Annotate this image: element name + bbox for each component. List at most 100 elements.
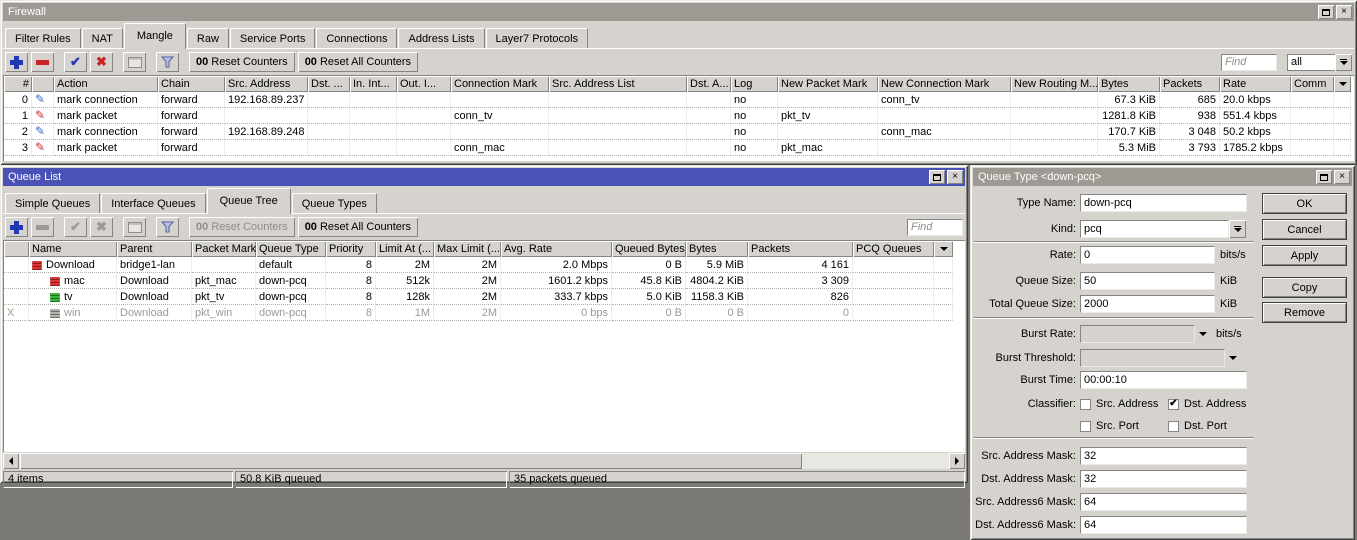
col-header-name[interactable]: Name (29, 241, 117, 257)
dst-address-mask-field[interactable] (1080, 470, 1247, 488)
kind-field[interactable] (1080, 220, 1229, 238)
remove-button[interactable] (31, 52, 54, 72)
tab-interface-queues[interactable]: Interface Queues (101, 193, 206, 214)
maximize-button[interactable] (929, 170, 945, 184)
scrollbar-track[interactable] (19, 453, 949, 469)
dropdown-arrow-icon[interactable] (1199, 332, 1207, 336)
dialog-titlebar[interactable]: Queue Type <down-pcq> × (973, 168, 1352, 186)
col-header-limit-at[interactable]: Limit At (... (376, 241, 434, 257)
add-button[interactable] (5, 217, 28, 237)
add-button[interactable] (5, 52, 28, 72)
remove-button[interactable]: Remove (1263, 303, 1346, 322)
table-row[interactable]: mac Download pkt_mac down-pcq 8 512k 2M … (4, 273, 953, 289)
table-row[interactable]: Download bridge1-lan default 8 2M 2M 2.0… (4, 257, 953, 273)
find-input[interactable] (907, 218, 963, 236)
col-header-new-routing-mark[interactable]: New Routing M... (1011, 76, 1098, 92)
reset-all-counters-button[interactable]: 00 Reset All Counters (297, 52, 419, 72)
src-address-mask-field[interactable] (1080, 447, 1247, 465)
reset-counters-button[interactable]: 00 Reset Counters (189, 217, 295, 237)
queue-list-titlebar[interactable]: Queue List × (3, 168, 965, 186)
col-header-new-packet-mark[interactable]: New Packet Mark (778, 76, 878, 92)
find-input[interactable] (1221, 53, 1277, 71)
col-header-bytes[interactable]: Bytes (686, 241, 748, 257)
close-button[interactable]: × (1336, 5, 1352, 19)
col-header-chain[interactable]: Chain (158, 76, 225, 92)
col-header-number[interactable]: # (4, 76, 32, 92)
src-address-checkbox[interactable] (1080, 398, 1091, 410)
col-header-queue-type[interactable]: Queue Type (256, 241, 326, 257)
col-header-src-address-list[interactable]: Src. Address List (549, 76, 687, 92)
table-row[interactable]: tv Download pkt_tv down-pcq 8 128k 2M 33… (4, 289, 953, 305)
table-row[interactable]: 1 ✎ mark packet forward conn_tv no pkt_t… (4, 108, 1351, 124)
tab-simple-queues[interactable]: Simple Queues (5, 193, 101, 214)
dropdown-arrow-icon[interactable] (1229, 356, 1237, 360)
scroll-left-button[interactable] (3, 453, 19, 469)
enable-button[interactable]: ✔ (64, 217, 87, 237)
dropdown-button[interactable] (1335, 53, 1352, 71)
col-header-in-interface[interactable]: In. Int... (350, 76, 397, 92)
tab-address-lists[interactable]: Address Lists (398, 28, 485, 49)
tab-connections[interactable]: Connections (316, 28, 398, 49)
table-row[interactable]: 0 ✎ mark connection forward 192.168.89.2… (4, 92, 1351, 108)
col-header-action[interactable]: Action (54, 76, 158, 92)
col-header-pcq-queues[interactable]: PCQ Queues (853, 241, 934, 257)
rate-field[interactable] (1080, 246, 1215, 264)
table-row[interactable]: 3 ✎ mark packet forward conn_mac no pkt_… (4, 140, 1351, 156)
total-queue-size-field[interactable] (1080, 295, 1215, 313)
col-header-flags[interactable] (32, 76, 54, 92)
col-header-packet-marks[interactable]: Packet Marks (192, 241, 256, 257)
scroll-right-button[interactable] (949, 453, 965, 469)
dst-address-checkbox[interactable]: ✔ (1168, 398, 1179, 410)
burst-threshold-field[interactable] (1080, 349, 1225, 367)
firewall-titlebar[interactable]: Firewall × (3, 3, 1354, 21)
col-header-packets[interactable]: Packets (748, 241, 853, 257)
comment-button[interactable] (123, 217, 146, 237)
tab-service-ports[interactable]: Service Ports (229, 28, 316, 49)
close-button[interactable]: × (947, 170, 963, 184)
dst-address6-mask-field[interactable] (1080, 516, 1247, 534)
tab-nat[interactable]: NAT (81, 28, 123, 49)
col-header-rate[interactable]: Rate (1220, 76, 1291, 92)
copy-button[interactable]: Copy (1263, 278, 1346, 297)
column-selector-button[interactable] (1334, 76, 1351, 92)
dst-port-checkbox[interactable] (1168, 420, 1179, 432)
burst-rate-field[interactable] (1080, 325, 1195, 343)
tab-queue-tree[interactable]: Queue Tree (206, 188, 291, 214)
filter-button[interactable] (156, 217, 179, 237)
column-selector-button[interactable] (934, 241, 953, 257)
col-header-avg-rate[interactable]: Avg. Rate (501, 241, 612, 257)
view-filter-combo[interactable]: all (1287, 53, 1352, 71)
col-header-dst-address[interactable]: Dst. ... (308, 76, 350, 92)
src-address6-mask-field[interactable] (1080, 493, 1247, 511)
comment-button[interactable] (123, 52, 146, 72)
col-header-out-interface[interactable]: Out. I... (397, 76, 451, 92)
col-header-src-address[interactable]: Src. Address (225, 76, 308, 92)
maximize-button[interactable] (1318, 5, 1334, 19)
col-header-dst-address-list[interactable]: Dst. A... (687, 76, 731, 92)
table-row[interactable]: X win Download pkt_win down-pcq 8 1M 2M … (4, 305, 953, 321)
col-header-flags[interactable] (4, 241, 29, 257)
maximize-button[interactable] (1316, 170, 1332, 184)
apply-button[interactable]: Apply (1263, 246, 1346, 265)
tab-queue-types[interactable]: Queue Types (291, 193, 377, 214)
table-row[interactable]: 2 ✎ mark connection forward 192.168.89.2… (4, 124, 1351, 140)
col-header-queued-bytes[interactable]: Queued Bytes (612, 241, 686, 257)
col-header-connection-mark[interactable]: Connection Mark (451, 76, 549, 92)
tab-filter-rules[interactable]: Filter Rules (5, 28, 81, 49)
col-header-priority[interactable]: Priority (326, 241, 376, 257)
remove-button[interactable] (31, 217, 54, 237)
tab-raw[interactable]: Raw (186, 28, 229, 49)
src-port-checkbox[interactable] (1080, 420, 1091, 432)
tab-layer7-protocols[interactable]: Layer7 Protocols (485, 28, 589, 49)
col-header-parent[interactable]: Parent (117, 241, 192, 257)
enable-button[interactable]: ✔ (64, 52, 87, 72)
filter-button[interactable] (156, 52, 179, 72)
ok-button[interactable]: OK (1263, 194, 1346, 213)
col-header-comment[interactable]: Comm (1291, 76, 1334, 92)
burst-time-field[interactable] (1080, 371, 1247, 389)
reset-all-counters-button[interactable]: 00 Reset All Counters (297, 217, 419, 237)
disable-button[interactable]: ✖ (90, 52, 113, 72)
col-header-packets[interactable]: Packets (1160, 76, 1220, 92)
queue-size-field[interactable] (1080, 272, 1215, 290)
close-button[interactable]: × (1334, 170, 1350, 184)
